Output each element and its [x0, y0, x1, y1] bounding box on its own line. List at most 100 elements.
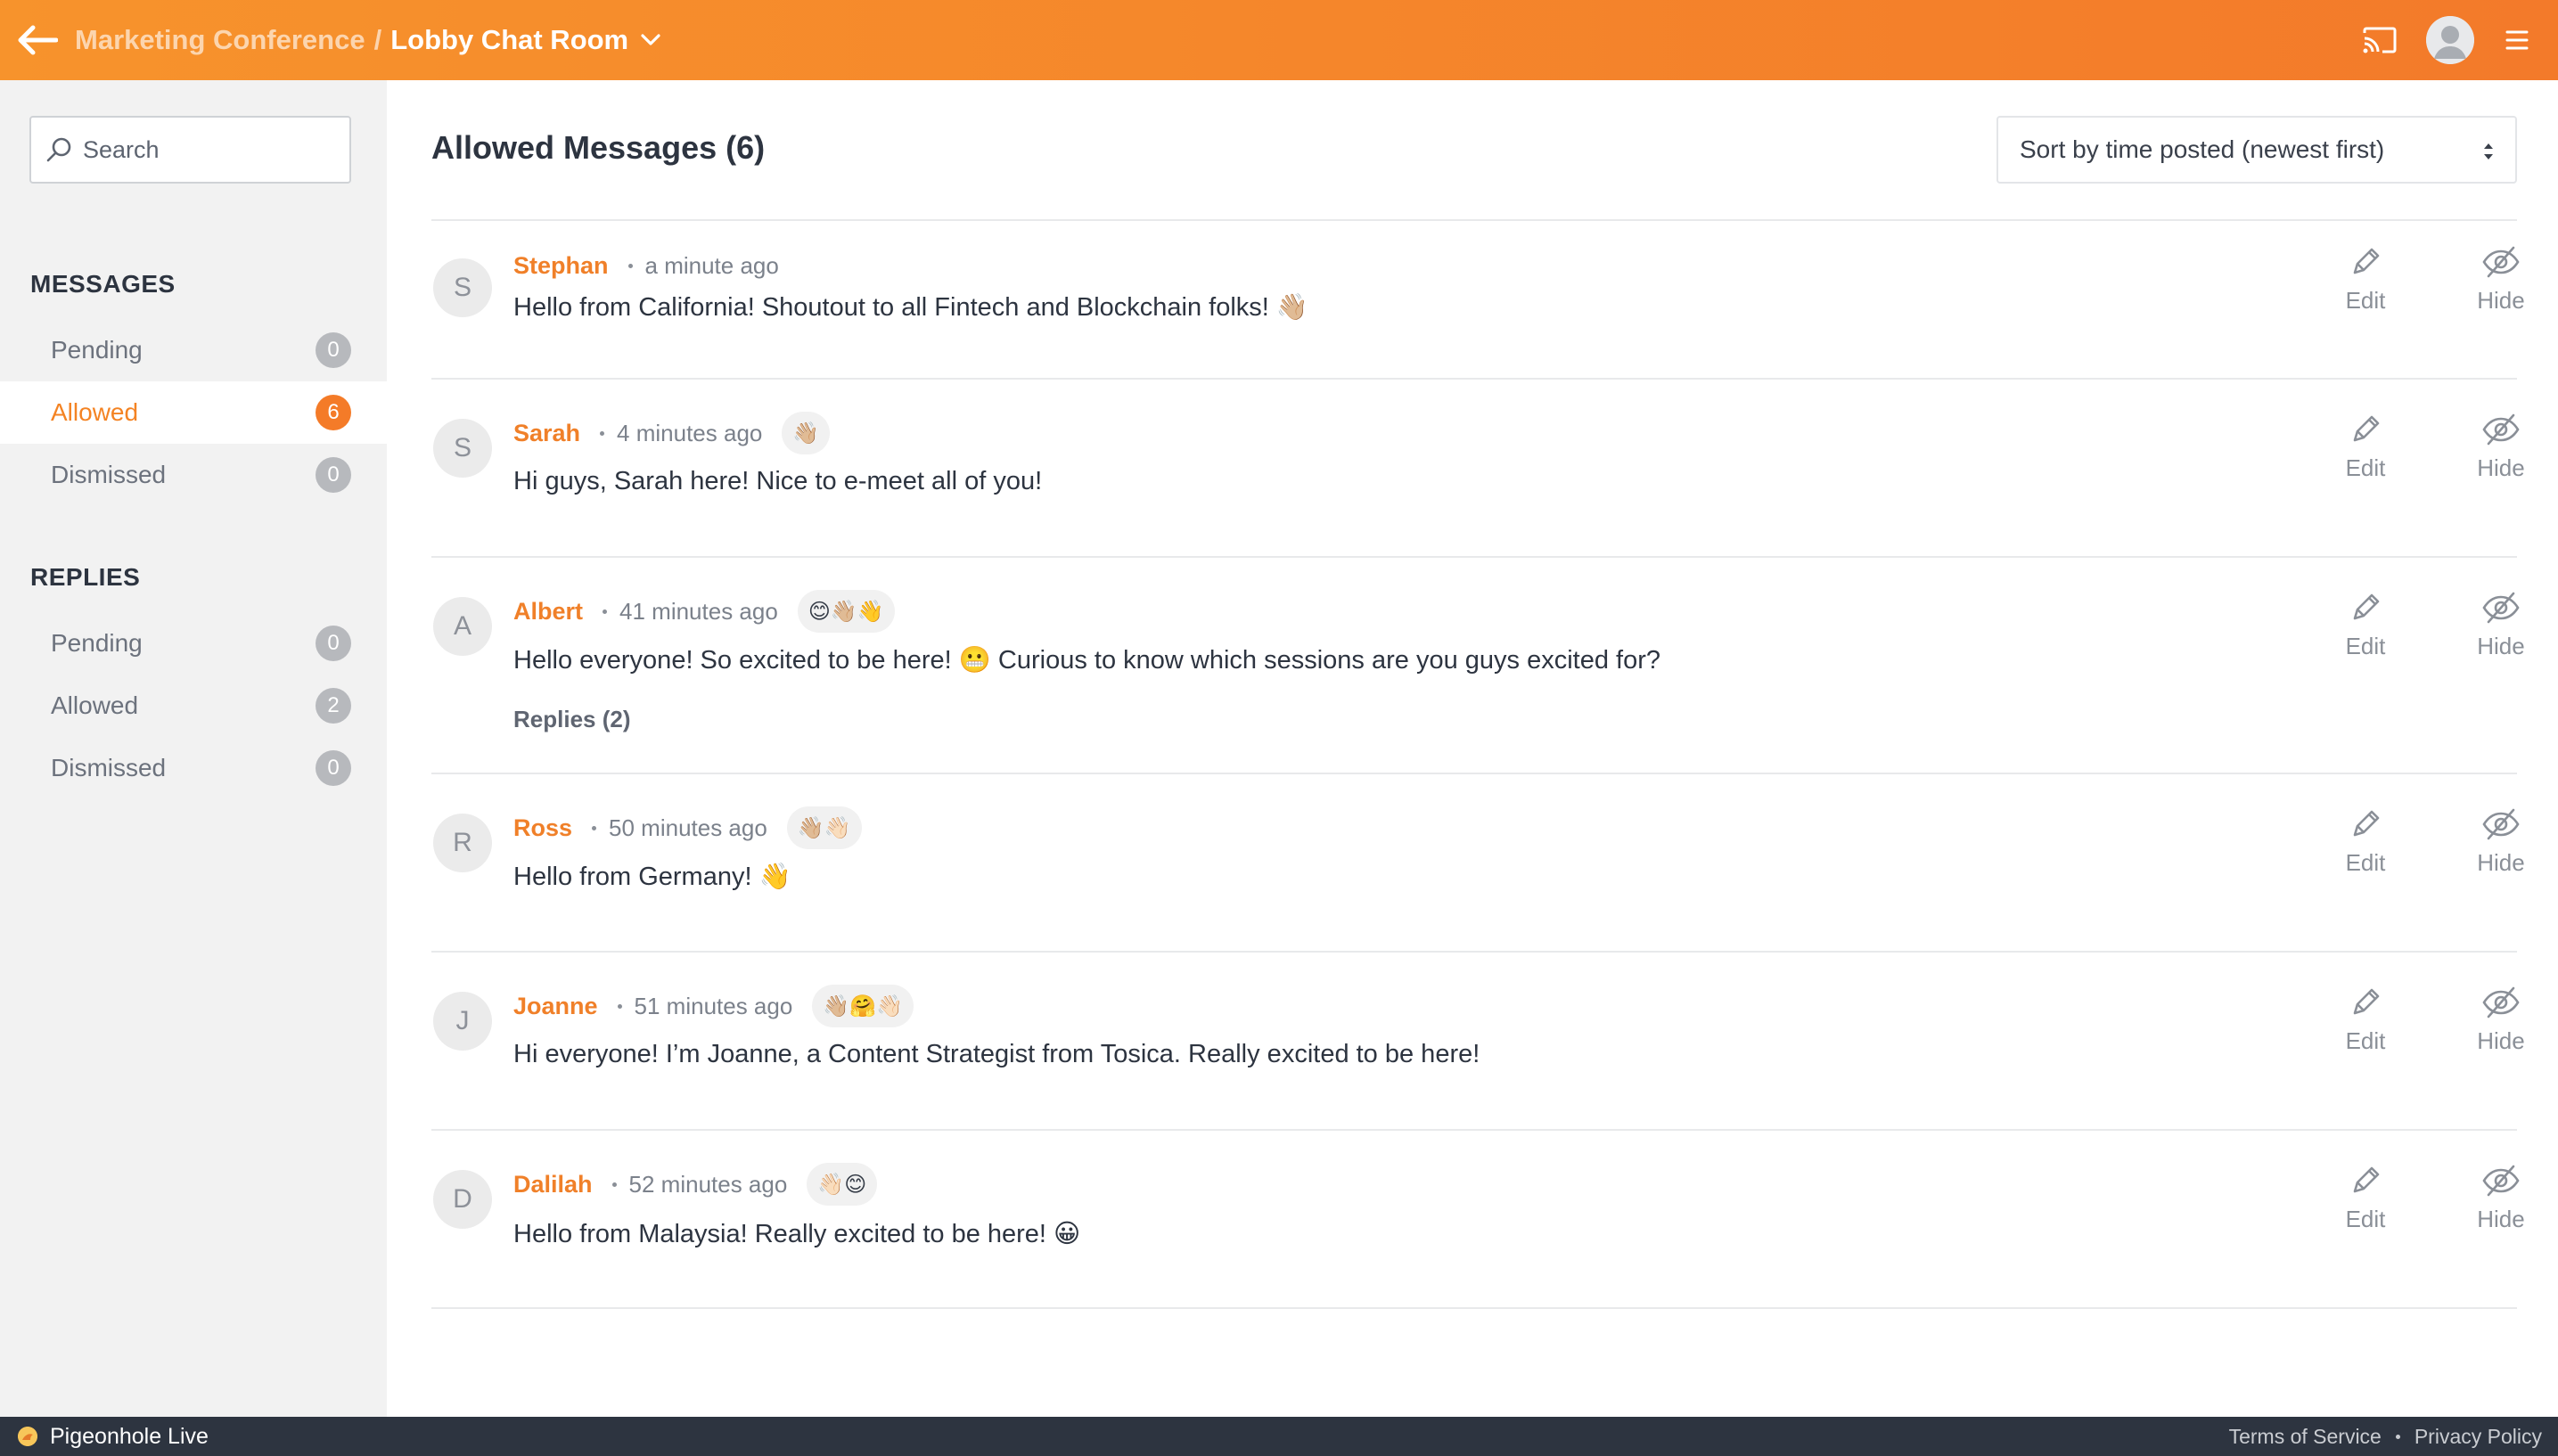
- arrow-left-icon: [18, 25, 58, 55]
- back-button[interactable]: [0, 0, 75, 80]
- reactions-pill[interactable]: 👋🏼👋🏻: [786, 806, 862, 849]
- event-name-link[interactable]: Marketing Conference: [75, 24, 365, 56]
- sidebar-item-messages-allowed[interactable]: Allowed 6: [0, 381, 387, 444]
- room-name[interactable]: Lobby Chat Room: [390, 24, 628, 56]
- edit-button[interactable]: Edit: [2325, 590, 2406, 660]
- sidebar-item-label: Allowed: [51, 398, 139, 426]
- sidebar-item-replies-pending[interactable]: Pending 0: [0, 612, 387, 675]
- edit-button[interactable]: Edit: [2325, 1163, 2406, 1233]
- count-badge: 0: [316, 332, 351, 368]
- reactions-pill[interactable]: 👋🏻😊: [807, 1163, 878, 1206]
- breadcrumb-separator: /: [373, 24, 382, 55]
- message-text: Hello from Malaysia! Really excited to b…: [513, 1220, 1081, 1248]
- separator-dot: [611, 1182, 617, 1187]
- author-avatar: A: [433, 597, 492, 656]
- author-name[interactable]: Joanne: [513, 993, 598, 1020]
- replies-link[interactable]: Replies (2): [513, 706, 631, 733]
- edit-label: Edit: [2345, 1027, 2386, 1054]
- author-avatar: S: [433, 258, 492, 317]
- edit-button[interactable]: Edit: [2325, 412, 2406, 482]
- user-avatar-button[interactable]: [2426, 16, 2474, 64]
- author-avatar: D: [433, 1170, 492, 1229]
- search-box: [29, 116, 351, 184]
- message-text: Hello from California! Shoutout to all F…: [513, 293, 1309, 322]
- edit-button[interactable]: Edit: [2325, 985, 2406, 1055]
- message-item: A Albert 41 minutes ago 😊👋🏼👋 Hello everyone!…: [431, 558, 2525, 774]
- hide-button[interactable]: Hide: [2461, 985, 2541, 1055]
- count-badge: 6: [316, 395, 351, 430]
- edit-label: Edit: [2345, 1206, 2386, 1232]
- author-name[interactable]: Stephan: [513, 252, 609, 280]
- hide-button[interactable]: Hide: [2461, 412, 2541, 482]
- edit-button[interactable]: Edit: [2325, 244, 2406, 315]
- pencil-icon: [2353, 1166, 2380, 1193]
- separator-dot: [592, 825, 597, 830]
- room-switcher-button[interactable]: [641, 34, 660, 46]
- hide-button[interactable]: Hide: [2461, 1163, 2541, 1233]
- footer-brand[interactable]: Pigeonhole Live: [50, 1424, 209, 1450]
- sidebar-item-messages-pending[interactable]: Pending 0: [0, 319, 387, 381]
- reactions-pill[interactable]: 👋🏼🤗👋🏻: [812, 985, 914, 1027]
- hide-label: Hide: [2477, 287, 2525, 314]
- author-avatar: J: [433, 992, 492, 1051]
- hide-label: Hide: [2477, 1206, 2525, 1232]
- separator-dot: [603, 609, 608, 614]
- separator-dot: [627, 263, 633, 268]
- count-badge: 0: [316, 457, 351, 493]
- hide-button[interactable]: Hide: [2461, 244, 2541, 315]
- search-input[interactable]: [83, 135, 332, 164]
- sidebar-item-replies-dismissed[interactable]: Dismissed 0: [0, 737, 387, 799]
- message-item: S Sarah 4 minutes ago 👋🏼 Hi guys, Sarah here…: [431, 380, 2525, 558]
- hide-button[interactable]: Hide: [2461, 590, 2541, 660]
- edit-button[interactable]: Edit: [2325, 806, 2406, 877]
- hide-label: Hide: [2477, 1027, 2525, 1054]
- separator-dot: [600, 430, 605, 436]
- footer-separator-dot: [2395, 1434, 2400, 1439]
- hamburger-menu-icon: [2505, 30, 2529, 50]
- pencil-icon: [2353, 988, 2380, 1015]
- sort-arrows-icon: [2484, 143, 2493, 160]
- eye-off-icon: [2482, 986, 2520, 1018]
- cast-button[interactable]: [2360, 20, 2399, 60]
- sidebar-item-replies-allowed[interactable]: Allowed 2: [0, 675, 387, 737]
- message-timestamp: 4 minutes ago: [617, 419, 763, 446]
- author-name[interactable]: Albert: [513, 598, 583, 626]
- search-icon: [46, 137, 71, 162]
- breadcrumb: Marketing Conference / Lobby Chat Room: [75, 24, 660, 56]
- author-name[interactable]: Dalilah: [513, 1171, 593, 1198]
- message-timestamp: 52 minutes ago: [628, 1170, 788, 1198]
- count-badge: 0: [316, 750, 351, 786]
- pigeonhole-logo-icon: [18, 1427, 37, 1446]
- edit-label: Edit: [2345, 633, 2386, 659]
- sidebar-item-messages-dismissed[interactable]: Dismissed 0: [0, 444, 387, 506]
- menu-button[interactable]: [2499, 22, 2535, 58]
- page-title: Allowed Messages (6): [431, 129, 766, 166]
- sort-select-value: Sort by time posted (newest first): [2020, 135, 2385, 163]
- author-name[interactable]: Sarah: [513, 420, 580, 447]
- message-text: Hello everyone! So excited to be here! 😬…: [513, 646, 1660, 675]
- pencil-icon: [2353, 593, 2380, 620]
- hide-button[interactable]: Hide: [2461, 806, 2541, 877]
- edit-label: Edit: [2345, 849, 2386, 876]
- sidebar-item-label: Dismissed: [51, 461, 167, 488]
- sidebar: MESSAGES Pending 0 Allowed 6 Dismissed 0…: [0, 80, 387, 1417]
- messages-section-title: MESSAGES: [30, 270, 176, 298]
- edit-label: Edit: [2345, 454, 2386, 481]
- cast-icon: [2363, 27, 2397, 53]
- author-avatar: S: [433, 419, 492, 478]
- author-avatar: R: [433, 814, 492, 872]
- sidebar-item-label: Pending: [51, 629, 143, 657]
- sort-select[interactable]: Sort by time posted (newest first): [1996, 116, 2517, 184]
- pencil-icon: [2353, 810, 2380, 837]
- reactions-pill[interactable]: 😊👋🏼👋: [797, 590, 895, 633]
- privacy-policy-link[interactable]: Privacy Policy: [2415, 1425, 2542, 1449]
- reactions-pill[interactable]: 👋🏼: [782, 412, 831, 454]
- user-avatar-icon: [2426, 16, 2474, 64]
- terms-of-service-link[interactable]: Terms of Service: [2229, 1425, 2382, 1449]
- message-text: Hello from Germany! 👋: [513, 863, 791, 891]
- sidebar-item-label: Dismissed: [51, 754, 167, 781]
- author-name[interactable]: Ross: [513, 814, 572, 842]
- message-text: Hi everyone! I’m Joanne, a Content Strat…: [513, 1040, 1480, 1068]
- eye-off-icon: [2482, 592, 2520, 624]
- eye-off-icon: [2482, 413, 2520, 446]
